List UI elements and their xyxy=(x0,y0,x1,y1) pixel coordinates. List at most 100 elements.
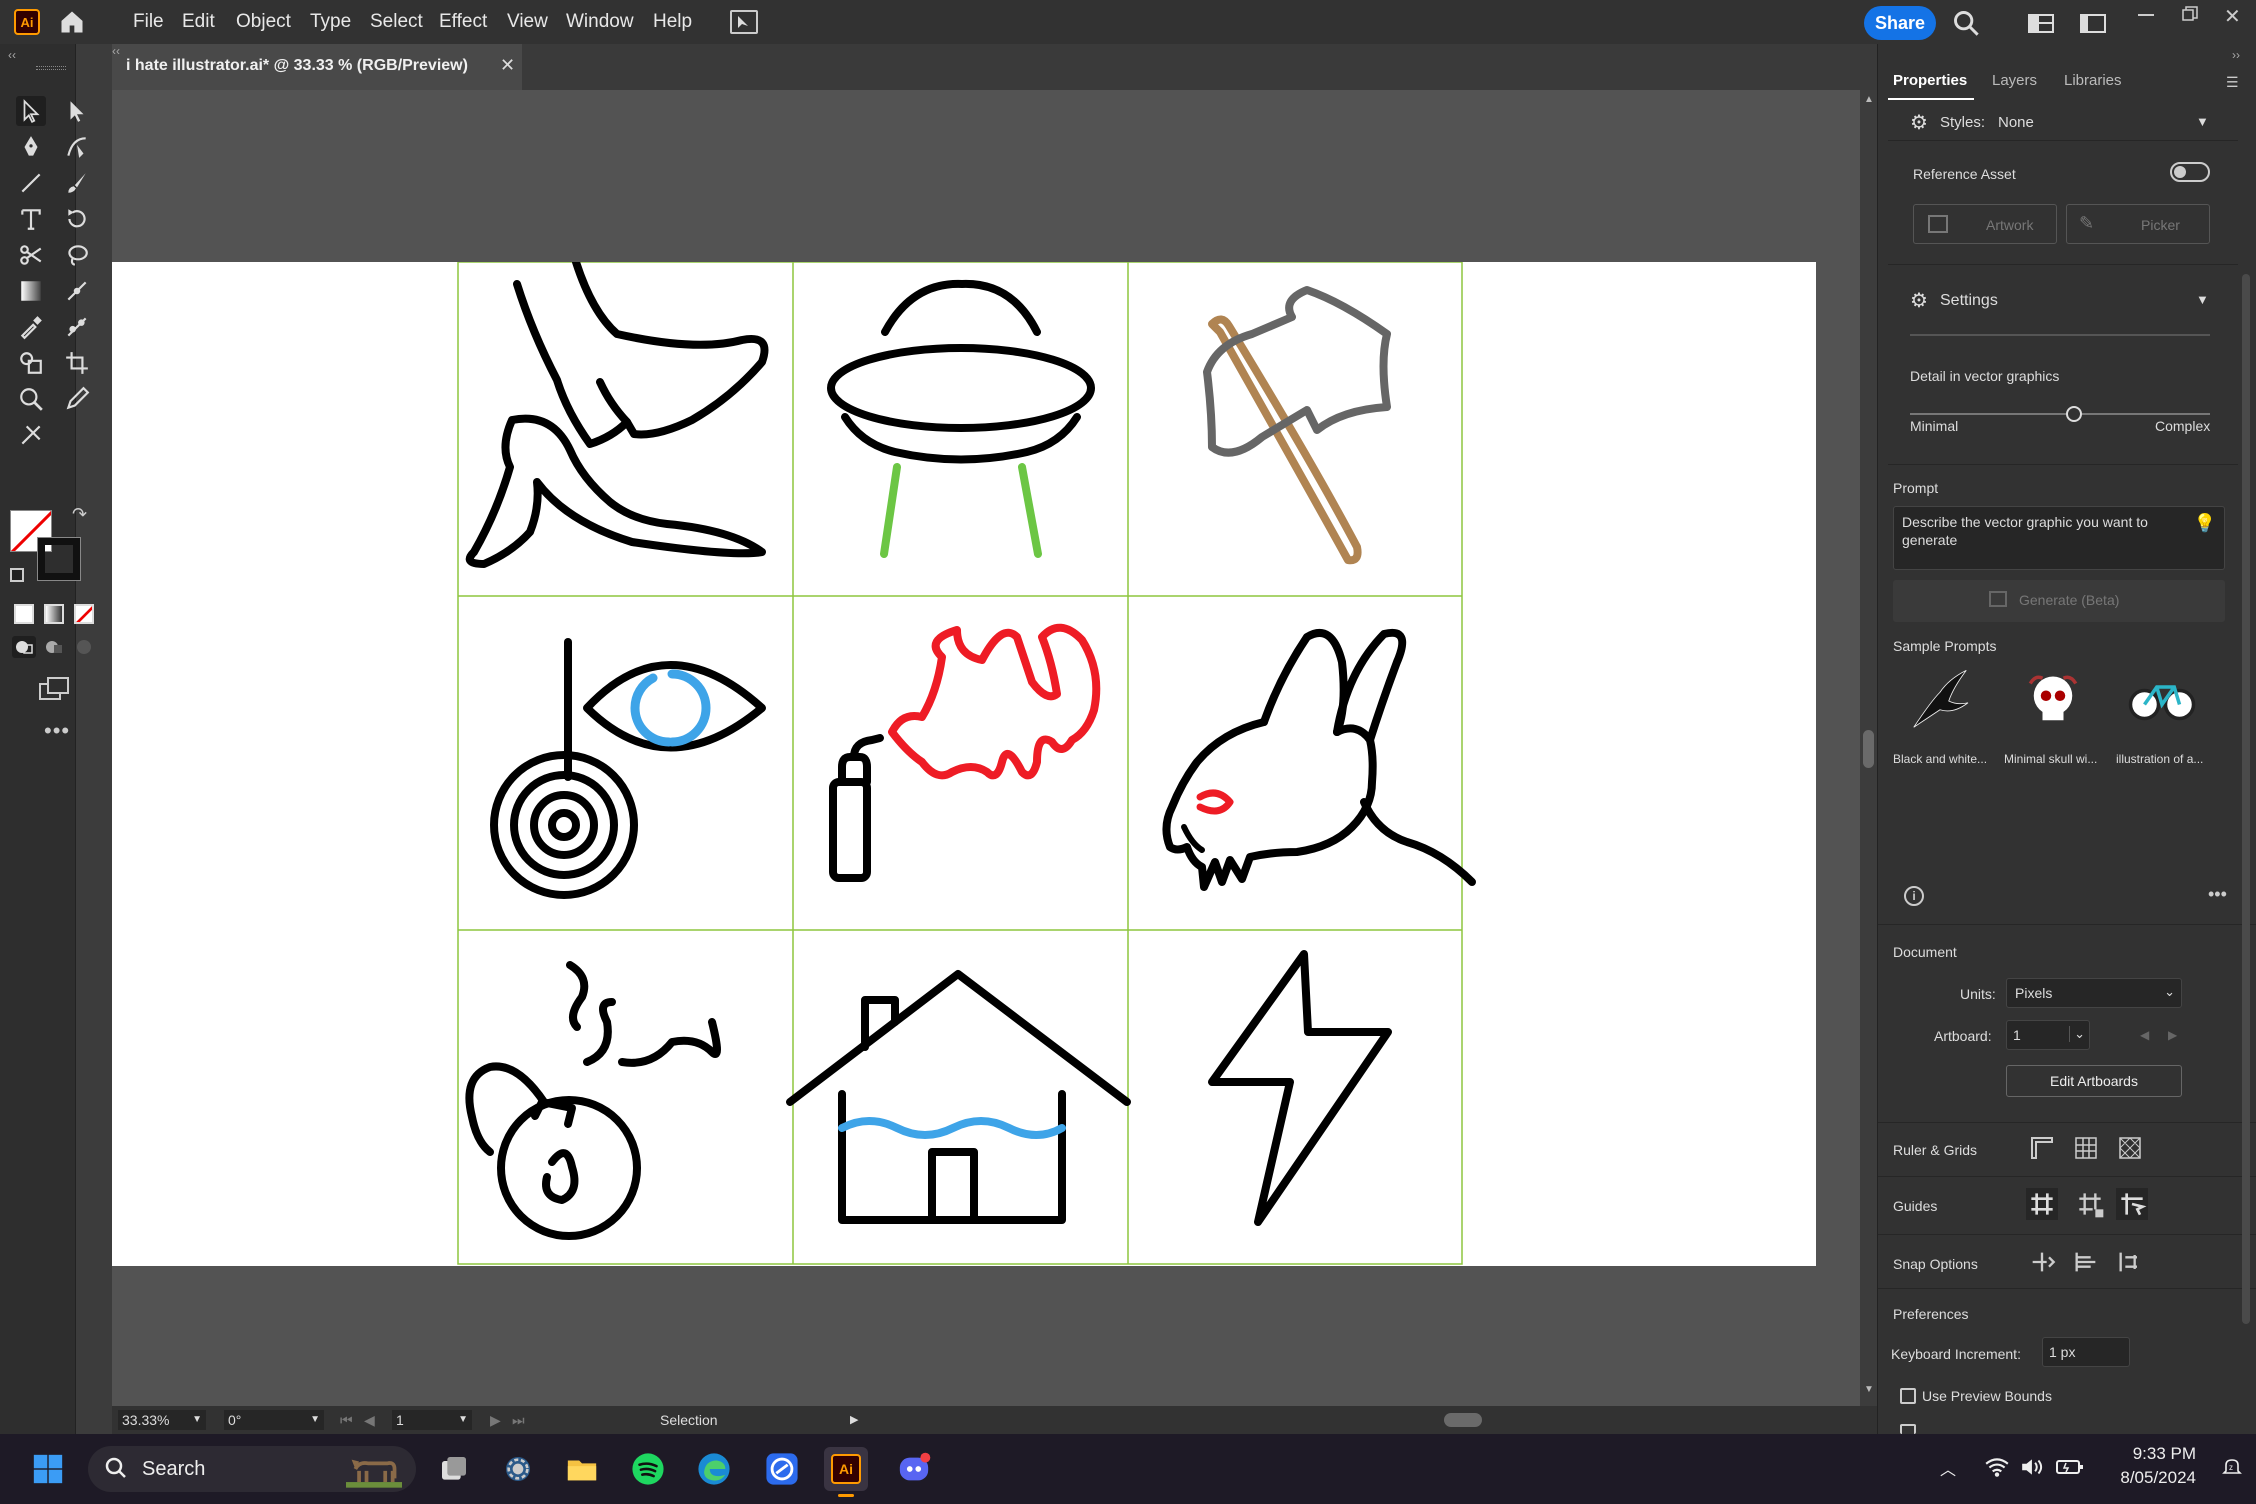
edit-artboards-button[interactable]: Edit Artboards xyxy=(2006,1065,2182,1097)
tab-layers[interactable]: Layers xyxy=(1992,72,2037,89)
prompt-suggestion-icon[interactable]: 💡 xyxy=(2194,513,2216,534)
shape-builder-tool-icon[interactable] xyxy=(16,348,46,378)
clock-date[interactable]: 8/05/2024 xyxy=(2100,1468,2196,1488)
collapse-panel-icon[interactable]: ›› xyxy=(2232,48,2240,62)
draw-normal-icon[interactable] xyxy=(12,636,36,658)
panel-scrollbar[interactable] xyxy=(2242,274,2250,1324)
share-button[interactable]: Share xyxy=(1864,6,1936,40)
menu-type[interactable]: Type xyxy=(310,0,351,44)
next-artboard-icon[interactable]: ▶ xyxy=(490,1410,501,1430)
search-icon[interactable] xyxy=(1952,9,1980,37)
lock-guides-icon[interactable] xyxy=(2074,1188,2106,1220)
signal-app-icon[interactable] xyxy=(760,1447,804,1491)
edge-browser-icon[interactable] xyxy=(692,1447,736,1491)
document-tab[interactable]: i hate illustrator.ai* @ 33.33 % (RGB/Pr… xyxy=(112,44,522,90)
windows-start-icon[interactable] xyxy=(26,1447,70,1491)
menu-object[interactable]: Object xyxy=(236,0,291,44)
menu-help[interactable]: Help xyxy=(653,0,692,44)
tab-properties[interactable]: Properties xyxy=(1893,72,1967,89)
last-artboard-icon[interactable]: ⏭ xyxy=(512,1410,525,1430)
rotation-field[interactable]: 0° ▼ xyxy=(224,1410,324,1430)
status-menu-arrow-icon[interactable]: ▶ xyxy=(850,1410,858,1430)
draw-behind-icon[interactable] xyxy=(42,636,66,658)
generate-button[interactable]: Generate (Beta) xyxy=(1893,580,2225,622)
vertical-scrollbar[interactable]: ▲ ▼ xyxy=(1860,90,1877,1406)
gradient-tool-icon[interactable] xyxy=(16,276,46,306)
artwork-button[interactable]: Artwork xyxy=(1913,204,2057,244)
use-preview-bounds-checkbox[interactable] xyxy=(1900,1388,1916,1404)
canvas-collapse-arrow-icon[interactable]: ‹‹ xyxy=(112,44,120,58)
retype-tool-icon[interactable] xyxy=(16,420,46,450)
spotify-icon[interactable] xyxy=(626,1447,670,1491)
stroke-swatch[interactable] xyxy=(37,537,81,581)
type-tool-icon[interactable] xyxy=(16,204,46,234)
home-icon[interactable] xyxy=(58,8,86,36)
pencil-tool-icon[interactable] xyxy=(62,384,92,414)
line-tool-icon[interactable] xyxy=(16,168,46,198)
canvas[interactable]: ‹‹ xyxy=(112,44,1860,1406)
menu-select[interactable]: Select xyxy=(370,0,423,44)
collapse-toolbar-icon[interactable]: ‹‹ xyxy=(8,48,16,62)
more-options-icon[interactable]: ••• xyxy=(2208,884,2227,905)
snap-to-point-icon[interactable] xyxy=(2028,1248,2056,1276)
wifi-icon[interactable] xyxy=(1984,1456,2010,1483)
swap-fill-stroke-icon[interactable]: ↷ xyxy=(72,504,87,525)
volume-icon[interactable] xyxy=(2020,1456,2046,1483)
icon-grid[interactable] xyxy=(112,262,1816,1266)
settings-dropdown-icon[interactable]: ▼ xyxy=(2196,292,2209,307)
detail-slider-thumb[interactable] xyxy=(2066,406,2082,422)
arrange-documents-icon[interactable] xyxy=(730,10,758,34)
sample-prompt-skull[interactable]: Minimal skull wi... xyxy=(2004,666,2104,776)
clock-time[interactable]: 9:33 PM xyxy=(2124,1444,2196,1464)
grid-icon[interactable] xyxy=(2074,1136,2098,1160)
settings-app-icon[interactable] xyxy=(496,1447,540,1491)
notifications-icon[interactable]: z xyxy=(2222,1456,2242,1483)
width-tool-icon[interactable] xyxy=(62,276,92,306)
smart-guides-icon[interactable] xyxy=(2116,1188,2148,1220)
menu-view[interactable]: View xyxy=(507,0,548,44)
previous-artboard-icon[interactable]: ◀ xyxy=(364,1410,375,1430)
scale-corners-checkbox[interactable] xyxy=(1900,1424,1916,1434)
puppet-warp-tool-icon[interactable] xyxy=(62,312,92,342)
none-mode-icon[interactable] xyxy=(74,604,94,624)
picker-button[interactable]: ✎ Picker xyxy=(2066,204,2210,244)
horizontal-scrollbar-thumb[interactable] xyxy=(1444,1413,1482,1427)
horizontal-scrollbar[interactable] xyxy=(874,1410,1874,1428)
scroll-down-icon[interactable]: ▼ xyxy=(1864,1384,1874,1395)
vertical-scrollbar-thumb[interactable] xyxy=(1863,730,1874,768)
lasso-tool-icon[interactable] xyxy=(62,240,92,270)
rotation-dropdown-icon[interactable]: ▼ xyxy=(310,1410,320,1430)
workspace-icon[interactable] xyxy=(2028,12,2054,34)
prompt-input[interactable]: Describe the vector graphic you want to … xyxy=(1893,506,2225,570)
toolbar-grip[interactable] xyxy=(36,66,66,70)
close-tab-icon[interactable]: ✕ xyxy=(500,55,515,76)
menu-window[interactable]: Window xyxy=(566,0,634,44)
panel-menu-icon[interactable]: ☰ xyxy=(2226,74,2239,91)
menu-effect[interactable]: Effect xyxy=(439,0,487,44)
color-mode-icon[interactable] xyxy=(14,604,34,624)
artboard-select[interactable]: 1 ⌄ xyxy=(2006,1020,2090,1050)
tab-libraries[interactable]: Libraries xyxy=(2064,72,2122,89)
sample-prompt-bird[interactable]: Black and white... xyxy=(1893,666,1993,776)
units-select[interactable]: Pixels ⌄ xyxy=(2006,978,2182,1008)
direct-selection-tool-icon[interactable] xyxy=(62,96,92,126)
draw-inside-icon[interactable] xyxy=(72,636,96,658)
gradient-mode-icon[interactable] xyxy=(44,604,64,624)
panel-layout-icon[interactable] xyxy=(2080,12,2106,34)
pen-tool-icon[interactable] xyxy=(16,132,46,162)
curvature-tool-icon[interactable] xyxy=(62,132,92,162)
transparency-grid-icon[interactable] xyxy=(2118,1136,2142,1160)
menu-file[interactable]: File xyxy=(133,0,164,44)
artboard-dropdown-icon[interactable]: ▼ xyxy=(458,1410,468,1430)
minimize-icon[interactable] xyxy=(2138,14,2154,18)
more-tools-icon[interactable]: ••• xyxy=(44,718,70,744)
menu-edit[interactable]: Edit xyxy=(182,0,215,44)
previous-artboard-panel-icon[interactable]: ◀ xyxy=(2140,1028,2149,1042)
show-hidden-icons-icon[interactable]: ︿ xyxy=(1940,1456,1956,1480)
artboard-tool-icon[interactable] xyxy=(62,348,92,378)
show-guides-icon[interactable] xyxy=(2026,1188,2058,1220)
keyboard-increment-input[interactable]: 1 px xyxy=(2042,1337,2130,1367)
discord-icon[interactable] xyxy=(892,1447,936,1491)
default-colors-icon[interactable] xyxy=(10,568,24,582)
rotate-tool-icon[interactable] xyxy=(62,204,92,234)
